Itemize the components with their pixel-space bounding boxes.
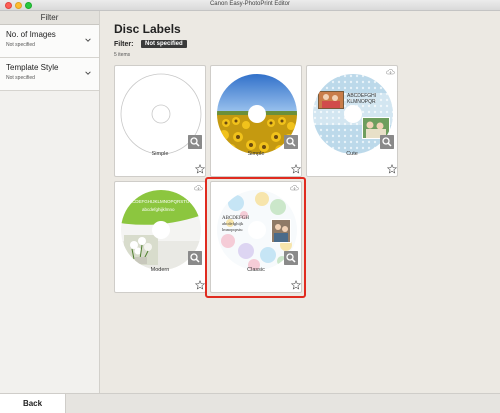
template-name: Modern	[150, 267, 170, 273]
zoom-icon[interactable]	[188, 135, 202, 149]
filter-header: Filter	[0, 11, 99, 25]
window-title: Canon Easy-PhotoPrint Editor	[209, 1, 291, 7]
template-gallery: Disc Labels Filter: Not specified 5 item…	[101, 11, 500, 393]
template-name: Cute	[346, 151, 358, 157]
zoom-icon[interactable]	[188, 251, 202, 265]
star-icon[interactable]	[387, 164, 397, 174]
star-icon[interactable]	[291, 164, 301, 174]
chevron-down-icon	[85, 71, 91, 75]
template-name: Simple	[247, 151, 265, 157]
template-name: Simple	[151, 151, 169, 157]
filter-template-style[interactable]: Template Style Not specified	[0, 58, 99, 91]
star-icon[interactable]	[195, 164, 205, 174]
zoom-icon[interactable]	[284, 135, 298, 149]
selection-highlight	[205, 177, 306, 298]
template-card[interactable]: Simple	[114, 65, 206, 177]
footer-bar: Back	[0, 393, 500, 413]
star-icon[interactable]	[195, 280, 205, 290]
template-card[interactable]: ABCDEFGHI KLMNOPQR Cute	[306, 65, 398, 177]
filter-sidebar: Filter No. of Images Not specified Templ…	[0, 11, 100, 393]
disc-text: KLMNOPQR	[347, 99, 376, 105]
filter-no-of-images[interactable]: No. of Images Not specified	[0, 25, 99, 58]
item-count: 5 items	[114, 52, 131, 58]
template-card[interactable]: ABCDEFGHIJKLMNOPQRSTUV abcdefghijklmno M…	[114, 181, 206, 293]
title-bar: Canon Easy-PhotoPrint Editor	[0, 0, 500, 11]
chevron-down-icon	[85, 38, 91, 42]
disc-text: abcdefghijklmno	[142, 207, 175, 212]
filter-label: Filter:	[114, 41, 134, 48]
page-title: Disc Labels	[114, 22, 181, 36]
back-button[interactable]: Back	[0, 394, 66, 413]
disc-text: ABCDEFGHIJKLMNOPQRSTUV	[126, 199, 192, 204]
filter-badge: Not specified	[141, 40, 187, 48]
zoom-icon[interactable]	[380, 135, 394, 149]
template-card[interactable]: Simple	[210, 65, 302, 177]
